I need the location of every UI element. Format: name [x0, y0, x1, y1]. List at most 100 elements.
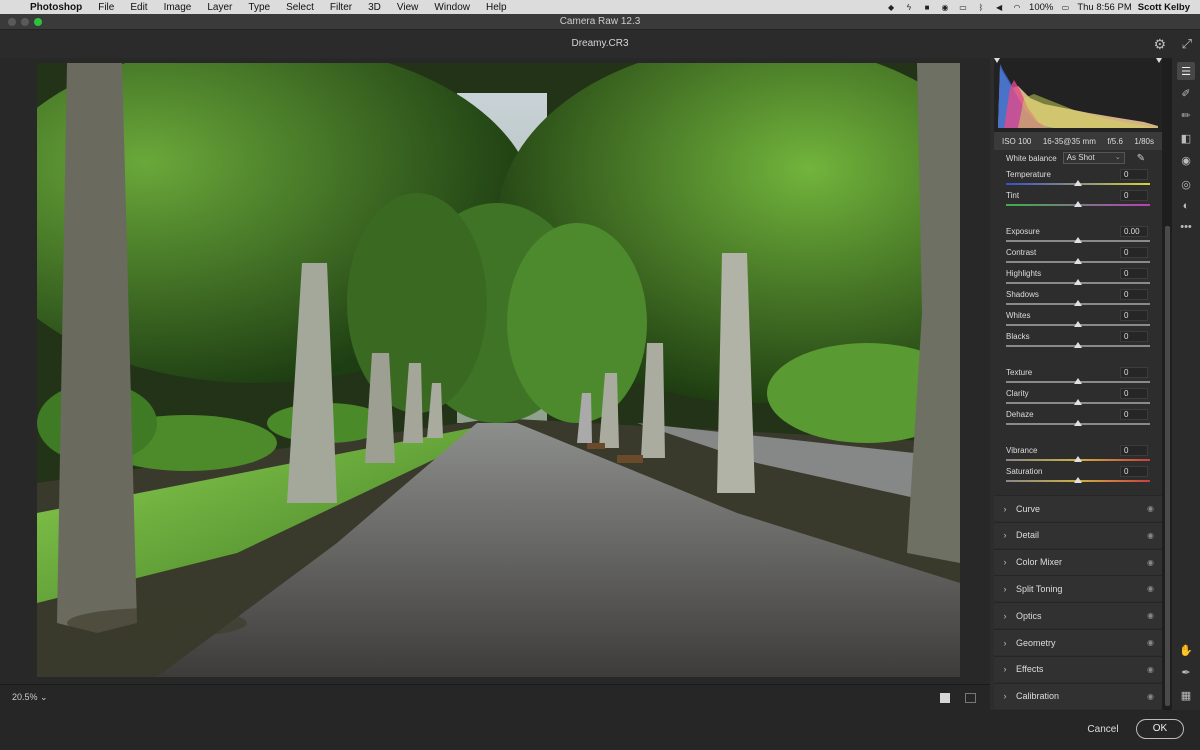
more-icon[interactable]: ••• — [1177, 218, 1195, 236]
dehaze-slider[interactable]: Dehaze 0 — [1006, 409, 1150, 430]
tint-value-field[interactable]: 0 — [1120, 190, 1148, 201]
whites-slider[interactable]: Whites 0 — [1006, 310, 1150, 331]
texture-thumb[interactable] — [1074, 378, 1082, 384]
compare-view-icon[interactable] — [965, 693, 976, 703]
vibrance-value-field[interactable]: 0 — [1120, 445, 1148, 456]
chevron-right-icon[interactable]: › — [994, 504, 1016, 514]
contrast-thumb[interactable] — [1074, 258, 1082, 264]
exposure-slider[interactable]: Exposure 0.00 — [1006, 226, 1150, 247]
texture-slider[interactable]: Texture 0 — [1006, 367, 1150, 388]
exposure-thumb[interactable] — [1074, 237, 1082, 243]
section-calibration[interactable]: › Calibration ◉ — [994, 682, 1162, 709]
clarity-slider[interactable]: Clarity 0 — [1006, 388, 1150, 409]
exposure-value-field[interactable]: 0.00 — [1120, 226, 1148, 237]
bolt-icon[interactable]: ϟ — [903, 3, 915, 12]
sliders-icon[interactable]: ☰ — [1177, 62, 1195, 80]
sync-icon[interactable]: ◉ — [939, 3, 951, 12]
contrast-value-field[interactable]: 0 — [1120, 247, 1148, 258]
temperature-thumb[interactable] — [1074, 180, 1082, 186]
blacks-slider[interactable]: Blacks 0 — [1006, 331, 1150, 352]
eye-icon[interactable]: ◉ — [1147, 692, 1154, 701]
grid-icon[interactable]: ▦ — [1177, 686, 1195, 704]
whites-thumb[interactable] — [1074, 321, 1082, 327]
volume-icon[interactable]: ◀ — [993, 3, 1005, 12]
highlights-thumb[interactable] — [1074, 279, 1082, 285]
highlights-slider[interactable]: Highlights 0 — [1006, 268, 1150, 289]
tint-thumb[interactable] — [1074, 201, 1082, 207]
eye-icon[interactable]: ◉ — [1147, 531, 1154, 540]
shadows-slider[interactable]: Shadows 0 — [1006, 289, 1150, 310]
dropbox-icon[interactable]: ◆ — [885, 3, 897, 12]
panel-scrollbar[interactable] — [1165, 226, 1170, 706]
menu-type[interactable]: Type — [240, 2, 278, 13]
chevron-right-icon[interactable]: › — [994, 557, 1016, 567]
shadow-clip-icon[interactable] — [994, 58, 1000, 63]
section-optics[interactable]: › Optics ◉ — [994, 602, 1162, 629]
tint-slider[interactable]: Tint 0 — [1006, 190, 1150, 211]
clarity-value-field[interactable]: 0 — [1120, 388, 1148, 399]
chevron-right-icon[interactable]: › — [994, 664, 1016, 674]
menu-filter[interactable]: Filter — [322, 2, 360, 13]
close-icon[interactable] — [8, 18, 16, 26]
blacks-thumb[interactable] — [1074, 342, 1082, 348]
sampler-icon[interactable]: ✒ — [1177, 663, 1195, 681]
chevron-right-icon[interactable]: › — [994, 611, 1016, 621]
clarity-thumb[interactable] — [1074, 399, 1082, 405]
camera-icon[interactable]: ■ — [921, 3, 933, 12]
user-name[interactable]: Scott Kelby — [1138, 2, 1190, 13]
minimize-icon[interactable] — [21, 18, 29, 26]
zoom-level[interactable]: 20.5% ⌄ — [12, 692, 48, 703]
section-detail[interactable]: › Detail ◉ — [994, 521, 1162, 548]
eye-icon[interactable]: ◉ — [1147, 584, 1154, 593]
whites-value-field[interactable]: 0 — [1120, 310, 1148, 321]
dehaze-thumb[interactable] — [1074, 420, 1082, 426]
chevron-right-icon[interactable]: › — [994, 584, 1016, 594]
airplay-icon[interactable]: ▭ — [957, 3, 969, 12]
eyedropper-icon[interactable]: ✎ — [1137, 153, 1145, 164]
eye-icon[interactable]: ◉ — [1147, 558, 1154, 567]
menu-file[interactable]: File — [90, 2, 122, 13]
temperature-slider[interactable]: Temperature 0 — [1006, 169, 1150, 190]
photo-preview[interactable] — [37, 63, 960, 677]
section-curve[interactable]: › Curve ◉ — [994, 495, 1162, 521]
menu-3d[interactable]: 3D — [360, 2, 389, 13]
saturation-value-field[interactable]: 0 — [1120, 466, 1148, 477]
wifi-icon[interactable]: ◠ — [1011, 3, 1023, 12]
single-view-icon[interactable] — [940, 693, 950, 703]
menu-select[interactable]: Select — [278, 2, 322, 13]
fullscreen-icon[interactable]: ⤢ — [1182, 30, 1192, 58]
eye-icon[interactable]: ◉ — [1147, 504, 1154, 513]
vibrance-slider[interactable]: Vibrance 0 — [1006, 445, 1150, 466]
saturation-thumb[interactable] — [1074, 477, 1082, 483]
highlights-value-field[interactable]: 0 — [1120, 268, 1148, 279]
eye-icon[interactable]: ◉ — [1147, 611, 1154, 620]
bluetooth-icon[interactable]: ᛒ — [975, 3, 987, 12]
blacks-value-field[interactable]: 0 — [1120, 331, 1148, 342]
chevron-right-icon[interactable]: › — [994, 530, 1016, 540]
section-geometry[interactable]: › Geometry ◉ — [994, 629, 1162, 655]
menu-layer[interactable]: Layer — [199, 2, 240, 13]
gradient-icon[interactable]: ◧ — [1177, 129, 1195, 147]
clock[interactable]: Thu 8:56 PM — [1077, 2, 1131, 13]
white-balance-select[interactable]: As Shot ⌄ — [1062, 152, 1125, 164]
chevron-right-icon[interactable]: › — [994, 691, 1016, 701]
cancel-button[interactable]: Cancel — [1083, 722, 1123, 738]
saturation-slider[interactable]: Saturation 0 — [1006, 466, 1150, 487]
eye-icon[interactable]: ◉ — [1147, 638, 1154, 647]
presets-icon[interactable]: ◐ — [1177, 197, 1195, 215]
highlight-clip-icon[interactable] — [1156, 58, 1162, 63]
menu-help[interactable]: Help — [478, 2, 515, 13]
zoom-icon[interactable] — [34, 18, 42, 26]
dehaze-value-field[interactable]: 0 — [1120, 409, 1148, 420]
redeye-icon[interactable]: ◎ — [1177, 175, 1195, 193]
temperature-value-field[interactable]: 0 — [1120, 169, 1148, 180]
shadows-value-field[interactable]: 0 — [1120, 289, 1148, 300]
menu-edit[interactable]: Edit — [122, 2, 155, 13]
radial-icon[interactable]: ◉ — [1177, 151, 1195, 169]
contrast-slider[interactable]: Contrast 0 — [1006, 247, 1150, 268]
menu-view[interactable]: View — [389, 2, 427, 13]
section-effects[interactable]: › Effects ◉ — [994, 655, 1162, 682]
gear-icon[interactable]: ⚙ — [1153, 30, 1166, 58]
menu-app[interactable]: Photoshop — [26, 2, 90, 13]
ok-button[interactable]: OK — [1136, 719, 1184, 739]
